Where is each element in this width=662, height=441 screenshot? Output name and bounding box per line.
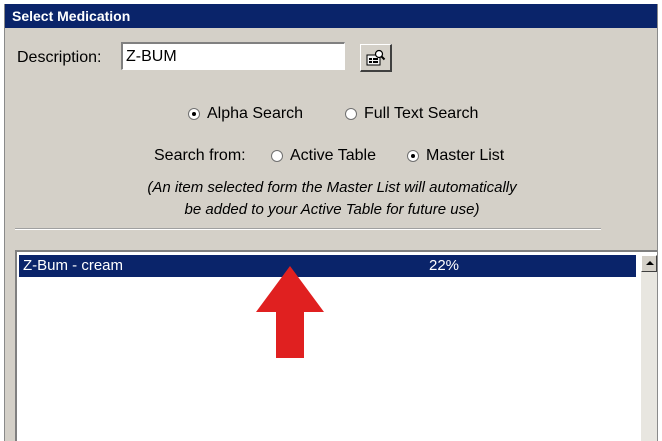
alpha-search-radio[interactable]: Alpha Search bbox=[188, 105, 303, 123]
medication-percent: 22% bbox=[429, 257, 460, 274]
search-from-label: Search from: bbox=[154, 147, 246, 164]
list-item[interactable]: Z-Bum - cream 22% bbox=[19, 255, 636, 277]
master-list-radio[interactable]: Master List bbox=[407, 147, 504, 165]
radio-checked-icon bbox=[188, 108, 200, 120]
full-text-search-radio[interactable]: Full Text Search bbox=[345, 105, 478, 123]
select-medication-dialog: Select Medication Description: Alpha Sea… bbox=[4, 4, 658, 441]
medication-results-list[interactable]: Z-Bum - cream 22% bbox=[15, 250, 657, 441]
red-arrow-annotation-icon bbox=[256, 266, 324, 358]
description-input[interactable] bbox=[121, 42, 345, 70]
description-label: Description: bbox=[17, 49, 102, 66]
medication-name: Z-Bum - cream bbox=[23, 257, 124, 274]
dialog-title: Select Medication bbox=[12, 8, 131, 24]
master-list-label: Master List bbox=[426, 147, 505, 164]
title-bar: Select Medication bbox=[5, 4, 657, 28]
alpha-search-label: Alpha Search bbox=[207, 105, 304, 122]
separator bbox=[15, 228, 601, 230]
radio-checked-icon bbox=[407, 150, 419, 162]
scroll-up-button[interactable] bbox=[641, 255, 657, 272]
full-text-search-label: Full Text Search bbox=[364, 105, 479, 122]
lookup-button[interactable] bbox=[360, 44, 392, 72]
active-table-radio[interactable]: Active Table bbox=[271, 147, 376, 165]
note-line-2: be added to your Active Table for future… bbox=[184, 201, 480, 218]
radio-unchecked-icon bbox=[271, 150, 283, 162]
master-list-note: (An item selected form the Master List w… bbox=[5, 177, 657, 221]
active-table-label: Active Table bbox=[290, 147, 376, 164]
lookup-icon bbox=[366, 49, 386, 66]
note-line-1: (An item selected form the Master List w… bbox=[147, 179, 517, 196]
radio-unchecked-icon bbox=[345, 108, 357, 120]
scrollbar-track[interactable] bbox=[641, 272, 657, 441]
